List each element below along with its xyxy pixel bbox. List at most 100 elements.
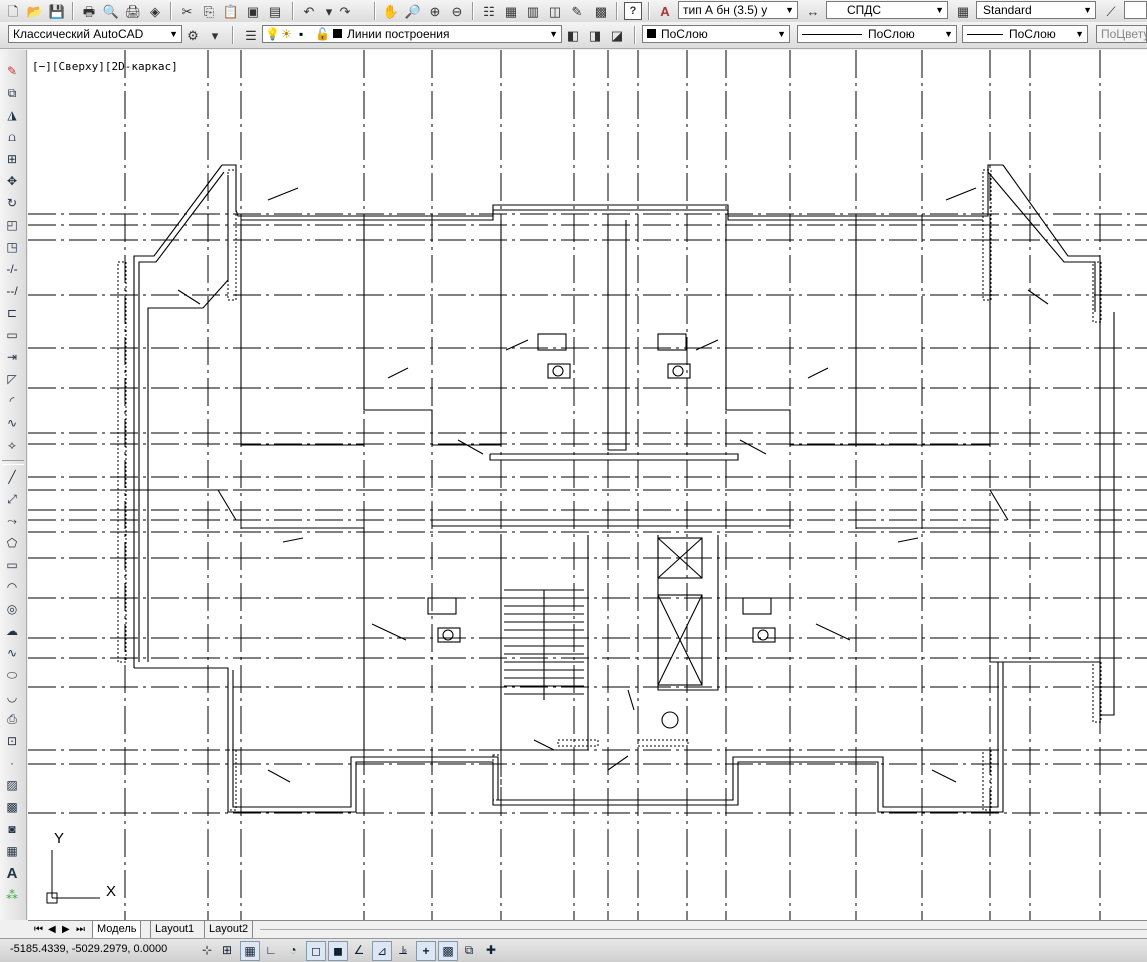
- text-style-select[interactable]: тип А бн (3.5) у ▼: [678, 1, 798, 19]
- preview-icon[interactable]: 🔍: [102, 2, 120, 20]
- workspace-select[interactable]: Классический AutoCAD ▼: [8, 25, 182, 43]
- arc-icon[interactable]: ◠: [3, 578, 21, 596]
- polygon-icon[interactable]: ⬠: [3, 534, 21, 552]
- object-snap-icon[interactable]: ◻: [306, 941, 326, 961]
- design-center-icon[interactable]: ▦: [502, 2, 520, 20]
- help-icon[interactable]: ?: [624, 2, 642, 20]
- undo-icon[interactable]: ↶: [300, 2, 318, 20]
- layer-previous-icon[interactable]: ◨: [586, 26, 604, 44]
- sun-icon[interactable]: ☀: [281, 26, 292, 42]
- trim-icon[interactable]: -/-: [3, 260, 21, 278]
- tool-palettes-icon[interactable]: ▥: [524, 2, 542, 20]
- 3dprint-icon[interactable]: ◈: [146, 2, 164, 20]
- plotstyle-select[interactable]: ПоЦвету: [1096, 25, 1147, 43]
- drawing-canvas[interactable]: [−][Сверху][2D-каркас] Y X: [28, 50, 1147, 920]
- layer-properties-icon[interactable]: ☰: [242, 26, 260, 44]
- region-icon[interactable]: ◙: [3, 820, 21, 838]
- line-icon[interactable]: ╱: [3, 468, 21, 486]
- multileader-style-icon[interactable]: ⟋: [1102, 2, 1120, 20]
- redo-icon[interactable]: ↷: [336, 2, 354, 20]
- polyline-icon[interactable]: ⤳: [3, 512, 21, 530]
- multileader-style-select[interactable]: [1124, 1, 1147, 19]
- grid-display-icon[interactable]: ▦: [240, 941, 260, 961]
- ortho-mode-icon[interactable]: ∟: [262, 941, 280, 959]
- table-icon[interactable]: ▦: [3, 842, 21, 860]
- blend-icon[interactable]: ◜: [3, 392, 21, 410]
- text-style-icon[interactable]: A: [656, 2, 674, 20]
- xline-icon[interactable]: ⤢: [3, 490, 21, 508]
- paste-icon[interactable]: 📋: [222, 2, 240, 20]
- print-icon[interactable]: 🖶: [80, 2, 98, 20]
- properties-icon[interactable]: ☷: [480, 2, 498, 20]
- workspace-settings-icon[interactable]: ▾: [206, 26, 224, 44]
- gear-icon[interactable]: ⚙: [184, 26, 202, 44]
- polar-tracking-icon[interactable]: ◔: [284, 941, 302, 959]
- circle-icon[interactable]: ◎: [3, 600, 21, 618]
- color-select[interactable]: ПоСлою ▼: [642, 25, 790, 43]
- stretch-icon[interactable]: ◳: [3, 238, 21, 256]
- rotate-icon[interactable]: ↻: [3, 194, 21, 212]
- table-style-icon[interactable]: ▦: [954, 2, 972, 20]
- match-icon[interactable]: ▣: [244, 2, 262, 20]
- move-icon[interactable]: ✥: [3, 172, 21, 190]
- offset-icon[interactable]: ⩍: [3, 128, 21, 146]
- calculator-icon[interactable]: ▩: [592, 2, 610, 20]
- point-icon[interactable]: ·: [3, 754, 21, 772]
- last-tab-arrow-icon[interactable]: ⏭: [72, 921, 89, 938]
- dynamic-ucs-icon[interactable]: ⊿: [372, 941, 392, 961]
- new-icon[interactable]: 🗋: [4, 2, 22, 20]
- selection-cycling-icon[interactable]: ✚: [482, 941, 500, 959]
- explode-icon[interactable]: ⟡: [3, 436, 21, 454]
- zoom-previous-icon[interactable]: ⊖: [448, 2, 466, 20]
- ellipse-arc-icon[interactable]: ◡: [3, 688, 21, 706]
- chamfer-icon[interactable]: ⇥: [3, 348, 21, 366]
- make-block-icon[interactable]: ⊡: [3, 732, 21, 750]
- block-icon[interactable]: ▤: [266, 2, 284, 20]
- dynamic-input-icon[interactable]: ⫡: [394, 941, 412, 959]
- publish-icon[interactable]: 🖨: [124, 2, 142, 20]
- hatch-icon[interactable]: ▨: [3, 776, 21, 794]
- gradient-icon[interactable]: ▩: [3, 798, 21, 816]
- copy-icon[interactable]: ⎘: [200, 2, 218, 20]
- transparency-icon[interactable]: ▩: [438, 941, 458, 961]
- tab-model[interactable]: Модель: [92, 921, 142, 939]
- rectangle-icon[interactable]: ▭: [3, 556, 21, 574]
- pan-icon[interactable]: ✋: [382, 2, 400, 20]
- tab-layout1[interactable]: Layout1: [150, 921, 198, 938]
- freeze-icon[interactable]: ▪: [299, 26, 303, 42]
- dim-style-icon[interactable]: ↔: [804, 2, 822, 20]
- zoom-window-icon[interactable]: ⊕: [426, 2, 444, 20]
- add-selected-icon[interactable]: ⁂: [3, 886, 21, 904]
- sheet-set-icon[interactable]: ◫: [546, 2, 564, 20]
- mtext-icon[interactable]: A: [3, 864, 21, 882]
- tab-layout2[interactable]: Layout2: [204, 921, 254, 938]
- cut-icon[interactable]: ✂: [178, 2, 196, 20]
- copy-obj-icon[interactable]: ⧉: [3, 84, 21, 102]
- insert-block-icon[interactable]: ⎙: [3, 710, 21, 728]
- linetype-select[interactable]: ПоСлою ▼: [797, 25, 957, 43]
- extend-icon[interactable]: --/: [3, 282, 21, 300]
- spline-icon[interactable]: ∿: [3, 644, 21, 662]
- quick-properties-icon[interactable]: ⧉: [460, 941, 478, 959]
- lineweight-toggle-icon[interactable]: +: [416, 941, 436, 961]
- dim-style-select[interactable]: СПДС ▼: [826, 1, 948, 19]
- snap-mode-icon[interactable]: ⊞: [218, 941, 236, 959]
- infer-constraints-icon[interactable]: ⊹: [198, 941, 216, 959]
- fillet-icon[interactable]: ◸: [3, 370, 21, 388]
- lightbulb-icon[interactable]: 💡: [265, 26, 280, 42]
- zoom-realtime-icon[interactable]: 🔎: [404, 2, 422, 20]
- toolbar-grip[interactable]: [2, 460, 24, 465]
- object-snap-tracking-icon[interactable]: ∠: [350, 941, 368, 959]
- markup-icon[interactable]: ✎: [568, 2, 586, 20]
- open-icon[interactable]: 📂: [26, 2, 44, 20]
- save-icon[interactable]: 💾: [48, 2, 66, 20]
- array-icon[interactable]: ⊞: [3, 150, 21, 168]
- revcloud-icon[interactable]: ☁: [3, 622, 21, 640]
- make-current-icon[interactable]: ◧: [564, 26, 582, 44]
- scale-icon[interactable]: ◰: [3, 216, 21, 234]
- coordinates-readout[interactable]: -5185.4339, -5029.2979, 0.0000: [10, 943, 167, 955]
- break-icon[interactable]: ⊏: [3, 304, 21, 322]
- 3d-object-snap-icon[interactable]: ◼: [328, 941, 348, 961]
- layer-states-icon[interactable]: ◪: [608, 26, 626, 44]
- spline-edit-icon[interactable]: ∿: [3, 414, 21, 432]
